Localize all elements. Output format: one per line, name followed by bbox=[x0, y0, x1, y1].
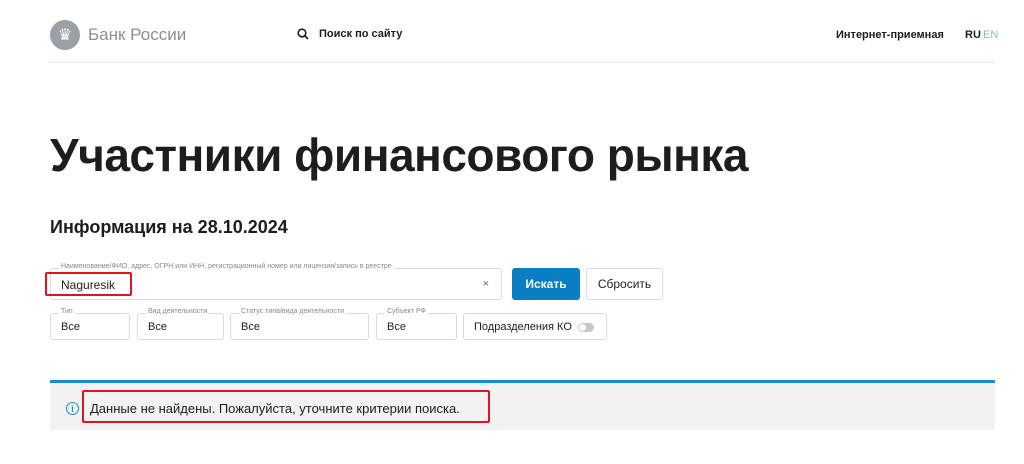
page-title: Участники финансового рынка bbox=[50, 129, 749, 181]
filter-type[interactable]: Тип Все bbox=[50, 308, 130, 340]
toggle-label: Подразделения КО bbox=[474, 321, 572, 333]
filter-value: Все bbox=[148, 321, 167, 333]
ko-divisions-toggle[interactable]: Подразделения КО bbox=[463, 313, 607, 340]
site-search-label: Поиск по сайту bbox=[319, 28, 403, 40]
filter-status[interactable]: Статус типа/вида деятельности Все bbox=[230, 308, 369, 340]
filter-label: Вид деятельности bbox=[146, 308, 210, 315]
toggle-switch[interactable] bbox=[578, 323, 594, 332]
filter-activity[interactable]: Вид деятельности Все bbox=[137, 308, 224, 340]
highlight-box bbox=[45, 272, 132, 296]
header-divider bbox=[50, 62, 995, 63]
lang-en[interactable]: EN bbox=[983, 29, 998, 41]
lang-ru[interactable]: RU bbox=[965, 29, 981, 41]
filter-value: Все bbox=[241, 321, 260, 333]
internet-reception-link[interactable]: Интернет-приемная bbox=[836, 29, 944, 41]
filter-label: Тип bbox=[59, 308, 75, 315]
filter-region[interactable]: Субъект РФ Все bbox=[376, 308, 457, 340]
search-button[interactable]: Искать bbox=[512, 268, 580, 300]
search-input-label: Наименование/ФИО, адрес, ОГРН или ИНН, р… bbox=[59, 263, 394, 270]
bank-emblem-icon[interactable]: ♛ bbox=[50, 20, 80, 50]
reset-button[interactable]: Сбросить bbox=[586, 268, 663, 300]
filter-label: Субъект РФ bbox=[385, 308, 428, 315]
filter-value: Все bbox=[61, 321, 80, 333]
info-date: Информация на 28.10.2024 bbox=[50, 217, 288, 237]
search-icon bbox=[297, 28, 309, 40]
brand-name[interactable]: Банк России bbox=[88, 25, 186, 45]
site-search-link[interactable]: Поиск по сайту bbox=[297, 28, 402, 40]
filter-label: Статус типа/вида деятельности bbox=[239, 308, 347, 315]
info-icon: i bbox=[66, 402, 79, 415]
clear-icon[interactable]: × bbox=[483, 278, 489, 290]
filter-value: Все bbox=[387, 321, 406, 333]
highlight-box bbox=[82, 390, 490, 423]
